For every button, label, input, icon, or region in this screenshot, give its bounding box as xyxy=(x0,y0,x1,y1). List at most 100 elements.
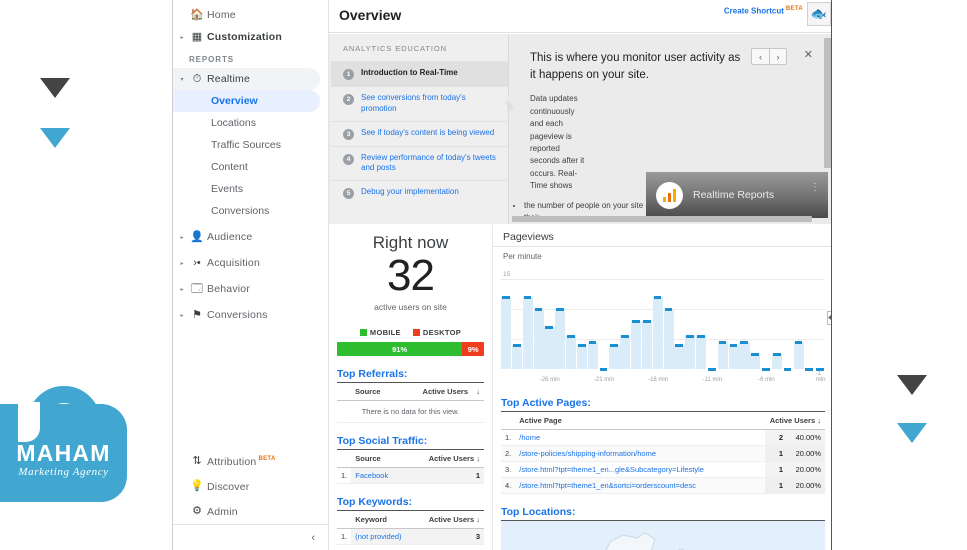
table-row[interactable]: 3. /store.html?tpt=theme1_en...gle&Subca… xyxy=(501,461,825,478)
tip-navigation: ‹ › xyxy=(751,48,787,65)
chart-y-tick: 15 xyxy=(503,271,511,278)
sidebar-item-label: Admin xyxy=(207,505,238,518)
sort-arrow-icon[interactable]: ↓ xyxy=(472,383,484,402)
top-locations-title[interactable]: Top Locations: xyxy=(501,506,825,521)
realtime-reports-video[interactable]: Realtime Reports ⋮ xyxy=(646,172,828,218)
chart-bar-cap xyxy=(512,343,521,347)
sidebar-subitem-events[interactable]: Events xyxy=(173,178,328,200)
main-content: Overview Create Shortcut BETA 🐟 ANALYTICS… xyxy=(329,0,831,550)
row-page[interactable]: /store.html?tpt=theme1_en&sortci=ordersc… xyxy=(515,477,765,494)
attribution-icon: ⇅ xyxy=(192,455,202,467)
table-row[interactable]: 2. /store-policies/shipping-information/… xyxy=(501,445,825,462)
close-icon[interactable]: ✕ xyxy=(804,48,813,61)
chart-bar xyxy=(501,297,512,369)
chart-resize-handle[interactable]: ◆ xyxy=(827,311,831,325)
table-row[interactable]: 4. /store.html?tpt=theme1_en&sortci=orde… xyxy=(501,477,825,494)
top-active-pages-title[interactable]: Top Active Pages: xyxy=(501,397,825,412)
legend-desktop: DESKTOP xyxy=(412,328,461,337)
col-source[interactable]: Source xyxy=(351,383,398,402)
sidebar-item-label: Attribution xyxy=(207,455,257,468)
row-index: 1. xyxy=(337,467,352,485)
chevron-right-icon: ▸ xyxy=(180,312,184,319)
chart-bar-cap xyxy=(772,352,781,356)
col-active-users[interactable]: Active Users ↓ xyxy=(405,450,484,469)
chart-bar-cap xyxy=(751,352,759,356)
sidebar-subitem-label: Content xyxy=(211,161,248,173)
sidebar-subitem-overview[interactable]: Overview xyxy=(173,90,320,112)
row-page[interactable]: /home xyxy=(515,429,765,446)
pageviews-title: Pageviews xyxy=(503,231,554,243)
step-number: 1 xyxy=(343,69,354,80)
row-source[interactable]: Facebook xyxy=(351,467,406,485)
sidebar-subitem-locations[interactable]: Locations xyxy=(173,112,328,134)
top-referrals-table: Source Active Users ↓ xyxy=(337,383,484,402)
row-page[interactable]: /store-policies/shipping-information/hom… xyxy=(515,445,765,462)
top-social-title[interactable]: Top Social Traffic: xyxy=(337,435,484,451)
sidebar-subitem-label: Events xyxy=(211,183,244,195)
realtime-left-column: Right now 32 active users on site MOBILE… xyxy=(329,225,492,546)
sidebar-item-label: Realtime xyxy=(207,73,251,85)
sidebar-item-conversions[interactable]: ▸ ⚑ Conversions xyxy=(173,304,328,326)
col-active-page[interactable]: Active Page xyxy=(515,412,765,430)
topbar: Overview Create Shortcut BETA 🐟 xyxy=(329,0,831,33)
education-item-3[interactable]: 3 See if today's content is being viewed xyxy=(331,120,508,146)
analytics-logo-icon xyxy=(656,181,683,209)
col-keyword[interactable]: Keyword xyxy=(351,511,415,530)
page-title: Overview xyxy=(339,7,402,23)
chart-x-tick: -16 min xyxy=(648,377,669,383)
fish-icon[interactable]: 🐟 xyxy=(807,2,831,26)
col-active-users[interactable]: Active Users xyxy=(397,383,472,402)
tip-prev-button[interactable]: ‹ xyxy=(752,49,769,64)
chart-bar-cap xyxy=(534,307,543,311)
education-item-4[interactable]: 4 Review performance of today's tweets a… xyxy=(331,145,508,181)
beta-badge: BETA xyxy=(258,456,276,462)
tip-vertical-scrollbar[interactable] xyxy=(824,38,831,168)
chart-bar-cap xyxy=(523,295,532,299)
row-page[interactable]: /store.html?tpt=theme1_en...gle&Subcateg… xyxy=(515,461,765,478)
flag-icon: ⚑ xyxy=(192,308,202,321)
education-item-5[interactable]: 5 Debug your implementation xyxy=(331,180,508,205)
sidebar-item-audience[interactable]: ▸ 👤 Audience xyxy=(173,226,328,248)
col-active-users[interactable]: Active Users ↓ xyxy=(414,511,484,530)
sidebar-subitem-content[interactable]: Content xyxy=(173,156,328,178)
chart-bar xyxy=(728,345,739,369)
education-item-1[interactable]: 1 Introduction to Real-Time xyxy=(331,61,508,86)
video-menu-icon[interactable]: ⋮ xyxy=(810,183,821,193)
world-map[interactable] xyxy=(501,521,825,550)
top-keywords-title[interactable]: Top Keywords: xyxy=(337,496,484,512)
maham-logo: MAHAM Marketing Agency xyxy=(0,386,127,502)
step-number: 4 xyxy=(343,153,354,165)
device-segment-mobile: 91% xyxy=(337,342,463,357)
sidebar-item-customization[interactable]: ▸ ▦ Customization xyxy=(173,26,328,48)
col-active-users[interactable]: Active Users ↓ xyxy=(765,412,825,430)
sidebar-subitem-label: Overview xyxy=(211,95,258,107)
sidebar-subitem-conversions[interactable]: Conversions xyxy=(173,200,328,222)
sidebar-subitem-traffic-sources[interactable]: Traffic Sources xyxy=(173,134,328,156)
sidebar-item-admin[interactable]: ⚙ Admin xyxy=(173,499,329,524)
create-shortcut-button[interactable]: Create Shortcut BETA xyxy=(724,6,803,16)
sidebar-item-home[interactable]: 🏠 Home xyxy=(173,4,328,26)
sidebar-item-acquisition[interactable]: ▸ ›• Acquisition xyxy=(173,252,328,274)
screenshot-root: MAHAM Marketing Agency 🏠 Home ▸ ▦ Custom… xyxy=(0,0,967,550)
sidebar-item-realtime[interactable]: ▾ ⏱ Realtime xyxy=(173,68,320,90)
sidebar-item-behavior[interactable]: ▸ 🗔 Behavior xyxy=(173,278,328,300)
tip-horizontal-scrollbar[interactable] xyxy=(512,216,812,222)
legend-swatch xyxy=(359,329,367,337)
chart-bar xyxy=(631,321,642,369)
row-percent: 20.00% xyxy=(787,445,825,462)
table-row[interactable]: 1. Facebook 1 xyxy=(337,467,484,485)
chart-x-tick: -26 min xyxy=(539,377,560,383)
tip-next-button[interactable]: › xyxy=(769,49,786,64)
sidebar-collapse-button[interactable]: ‹ xyxy=(173,524,329,550)
table-row[interactable]: 1. (not provided) 3 xyxy=(337,528,484,546)
sidebar-item-attribution[interactable]: ⇅ Attribution BETA xyxy=(173,449,329,474)
col-source[interactable]: Source xyxy=(351,450,406,469)
row-active-users: 3 xyxy=(414,528,484,546)
chart-bar xyxy=(793,342,804,369)
education-item-2[interactable]: 2 See conversions from today's promotion xyxy=(331,86,508,121)
table-row[interactable]: 1. /home 2 40.00% xyxy=(501,429,825,446)
top-referrals-title[interactable]: Top Referrals: xyxy=(337,368,484,384)
sidebar-item-discover[interactable]: 💡 Discover xyxy=(173,474,329,499)
top-referrals-empty: There is no data for this view. xyxy=(337,401,484,424)
row-keyword[interactable]: (not provided) xyxy=(351,528,415,546)
